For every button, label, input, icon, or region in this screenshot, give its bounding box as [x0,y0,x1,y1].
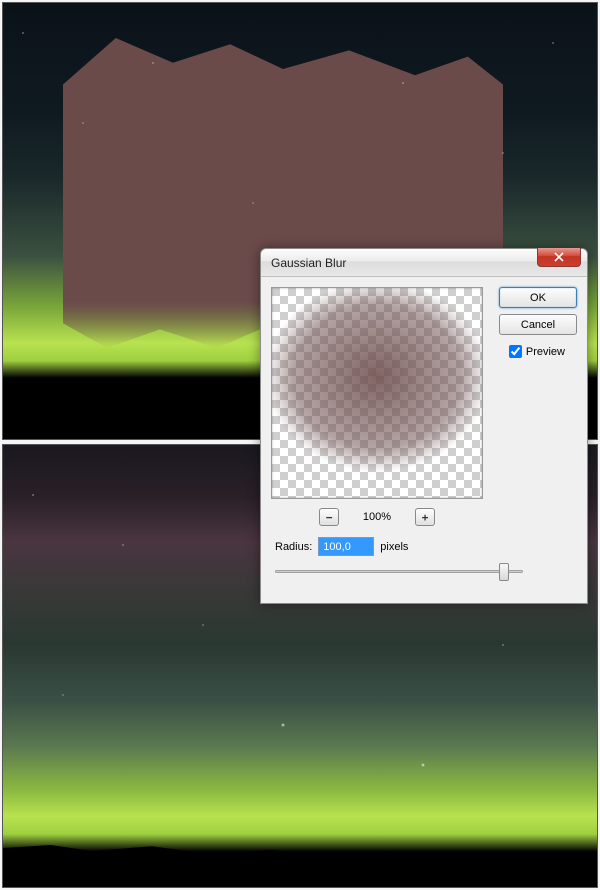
close-icon [554,252,564,262]
plus-icon: + [422,511,429,524]
slider-thumb[interactable] [499,563,509,581]
radius-label: Radius: [275,541,312,553]
buttons-column: OK Cancel Preview [493,287,577,529]
dialog-body: − 100% + OK Cancel Preview [261,277,587,539]
ok-button[interactable]: OK [499,287,577,308]
dialog-title: Gaussian Blur [271,256,346,270]
preview-checkbox[interactable] [509,345,522,358]
gaussian-blur-dialog: Gaussian Blur − 100% + OK [260,248,588,604]
zoom-controls: − 100% + [271,505,483,529]
slider-track [275,570,523,573]
ok-label: OK [530,292,546,304]
dialog-titlebar[interactable]: Gaussian Blur [261,249,587,277]
preview-column: − 100% + [271,287,483,529]
radius-row: Radius: pixels [275,537,408,556]
radius-slider[interactable] [275,561,523,581]
filter-preview[interactable] [271,287,483,499]
zoom-out-button[interactable]: − [319,508,339,526]
zoom-in-button[interactable]: + [415,508,435,526]
cancel-button[interactable]: Cancel [499,314,577,335]
radius-unit: pixels [380,541,408,553]
zoom-level: 100% [357,511,397,523]
close-button[interactable] [537,248,581,267]
radius-input[interactable] [318,537,374,556]
preview-checkbox-label: Preview [526,346,565,358]
cancel-label: Cancel [521,319,555,331]
preview-checkbox-row[interactable]: Preview [509,345,565,358]
minus-icon: − [326,511,333,524]
